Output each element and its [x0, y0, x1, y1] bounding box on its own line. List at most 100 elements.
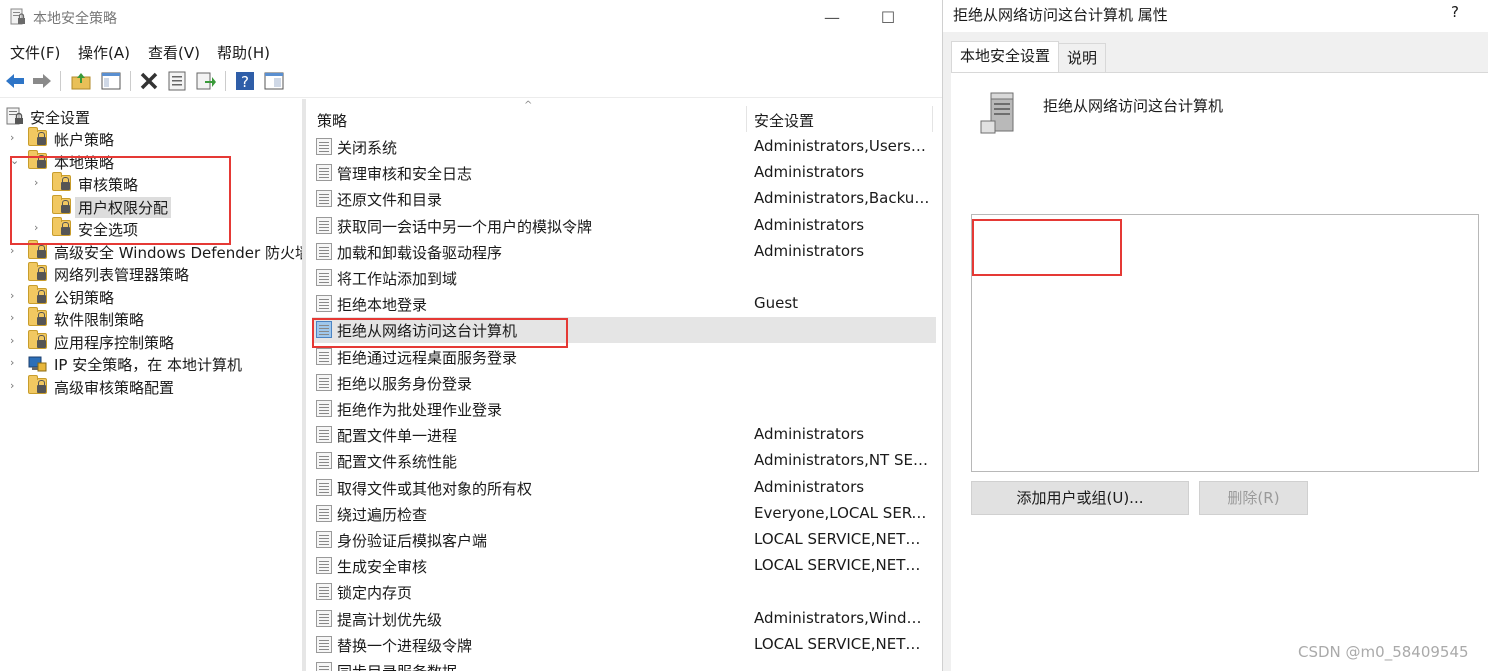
policy-row[interactable]: 提高计划优先级 Administrators,Window ...	[312, 606, 936, 632]
toolbar-separator	[60, 71, 61, 91]
tree-item-label: 软件限制策略	[54, 311, 145, 329]
policy-row[interactable]: 拒绝作为批处理作业登录	[312, 396, 936, 422]
policy-name: 拒绝通过远程桌面服务登录	[337, 348, 518, 367]
policy-icon	[316, 216, 332, 234]
policy-icon	[316, 190, 332, 208]
policy-name: 取得文件或其他对象的所有权	[337, 479, 533, 498]
help-icon[interactable]: ?	[234, 70, 256, 92]
column-header-policy[interactable]: 策略	[317, 110, 347, 131]
policy-row[interactable]: 配置文件系统性能 Administrators,NT SER...	[312, 448, 936, 474]
chevron-right-icon[interactable]: ›	[10, 244, 20, 257]
policy-security-setting: Administrators,Window ...	[754, 608, 930, 627]
policy-icon	[316, 478, 332, 496]
menu-action[interactable]: 操作(A)	[78, 42, 130, 63]
policy-row[interactable]: 替换一个进程级令牌 LOCAL SERVICE,NETW...	[312, 632, 936, 658]
properties-icon[interactable]	[166, 70, 188, 92]
policy-row[interactable]: 关闭系统 Administrators,Users,Ba...	[312, 134, 936, 160]
tab-explain[interactable]: 说明	[1058, 43, 1107, 72]
column-header-security-setting[interactable]: 安全设置	[754, 110, 814, 131]
policy-icon	[316, 138, 332, 155]
folder-lock-icon	[28, 374, 47, 394]
column-divider[interactable]	[932, 106, 933, 132]
policy-row[interactable]: 还原文件和目录 Administrators,Backup ...	[312, 186, 936, 212]
tree-item-label: 高级审核策略配置	[54, 378, 175, 397]
tab-panel-local-security-setting: 拒绝从网络访问这台计算机 添加用户或组(U)... 删除(R)	[951, 72, 1488, 671]
tree-item-label: 网络列表管理器策略	[54, 266, 190, 284]
menu-view[interactable]: 查看(V)	[148, 42, 200, 63]
tab-local-security-setting[interactable]: 本地安全设置	[951, 41, 1060, 72]
menu-file[interactable]: 文件(F)	[10, 42, 60, 63]
view-icon[interactable]	[263, 70, 285, 92]
chevron-right-icon[interactable]: ›	[10, 311, 20, 324]
chevron-right-icon[interactable]: ›	[10, 356, 20, 369]
chevron-right-icon[interactable]: ›	[10, 131, 20, 144]
policy-icon	[316, 295, 332, 313]
policy-name: 拒绝作为批处理作业登录	[337, 401, 503, 419]
policy-security-setting: Administrators	[754, 163, 865, 182]
folder-lock-icon	[28, 262, 47, 281]
maximize-button[interactable]: ☐	[876, 6, 900, 30]
add-user-or-group-button[interactable]: 添加用户或组(U)...	[971, 481, 1189, 515]
policy-row[interactable]: 锁定内存页	[312, 579, 936, 605]
policy-name: 管理审核和安全日志	[337, 165, 473, 184]
policy-row[interactable]: 获取同一会话中另一个用户的模拟令牌 Administrators	[312, 213, 936, 239]
policy-name: 拒绝以服务身份登录	[337, 374, 473, 393]
policy-icon	[316, 164, 332, 182]
export-list-icon[interactable]	[195, 70, 217, 92]
policy-security-setting: Administrators,NT SER...	[754, 451, 930, 470]
dialog-title-bar: 拒绝从网络访问这台计算机 属性 ?	[943, 0, 1488, 32]
toolbar-separator	[225, 71, 226, 91]
dialog-help-button[interactable]: ?	[1451, 3, 1459, 21]
policy-row[interactable]: 加载和卸载设备驱动程序 Administrators	[312, 239, 936, 265]
up-folder-icon[interactable]	[70, 70, 92, 92]
policy-security-setting: Administrators	[754, 215, 865, 234]
remove-button[interactable]: 删除(R)	[1199, 481, 1308, 515]
lock-icon	[37, 289, 46, 303]
minimize-button[interactable]: —	[820, 6, 844, 30]
show-hide-tree-icon[interactable]	[100, 70, 122, 92]
policy-security-setting: Administrators	[754, 241, 865, 260]
policy-icon	[316, 557, 332, 575]
policy-name: 替换一个进程级令牌	[337, 636, 473, 655]
lock-icon	[37, 379, 46, 393]
policy-row[interactable]: 将工作站添加到域	[312, 265, 936, 291]
toolbar-separator	[130, 71, 131, 91]
policy-name: 锁定内存页	[337, 584, 413, 603]
ip-security-icon	[28, 355, 47, 372]
tree-item-label: 帐户策略	[54, 131, 115, 149]
dialog-policy-name: 拒绝从网络访问这台计算机	[1043, 97, 1224, 115]
back-arrow-icon[interactable]	[4, 70, 26, 92]
policy-row[interactable]: 生成安全审核 LOCAL SERVICE,NETW...	[312, 553, 936, 579]
policy-security-setting: Administrators,Users,Ba...	[754, 137, 930, 155]
highlight-box-local-policy	[10, 156, 231, 245]
chevron-right-icon[interactable]: ›	[10, 289, 20, 302]
policy-row[interactable]: 同步目录服务数据	[312, 658, 936, 671]
delete-icon[interactable]	[138, 70, 160, 92]
security-policy-app-icon	[10, 8, 25, 25]
forward-arrow-icon[interactable]	[31, 70, 53, 92]
chevron-right-icon[interactable]: ›	[10, 334, 20, 347]
policy-row[interactable]: 取得文件或其他对象的所有权 Administrators	[312, 475, 936, 501]
sort-ascending-icon: ^	[524, 100, 533, 111]
svg-text:?: ?	[241, 73, 249, 91]
policy-row[interactable]: 身份验证后模拟客户端 LOCAL SERVICE,NETW...	[312, 527, 936, 553]
folder-lock-icon	[28, 329, 47, 349]
menu-help[interactable]: 帮助(H)	[217, 42, 270, 63]
policy-icon	[316, 662, 332, 671]
policy-security-setting: Guest	[754, 294, 799, 313]
column-divider[interactable]	[746, 106, 747, 132]
policy-row[interactable]: 管理审核和安全日志 Administrators	[312, 160, 936, 186]
policy-row[interactable]: 拒绝本地登录 Guest	[312, 291, 936, 317]
menu-bar: 文件(F) 操作(A) 查看(V) 帮助(H)	[0, 38, 942, 64]
policy-row[interactable]: 配置文件单一进程 Administrators	[312, 422, 936, 448]
folder-lock-icon	[28, 127, 47, 146]
policy-name: 同步目录服务数据	[337, 661, 457, 671]
policy-name: 提高计划优先级	[337, 610, 443, 629]
folder-lock-icon	[28, 307, 47, 326]
lock-icon	[37, 244, 46, 258]
policy-name: 生成安全审核	[337, 558, 428, 577]
chevron-right-icon[interactable]: ›	[10, 379, 20, 392]
list-header: ^ 策略 安全设置	[306, 100, 942, 136]
policy-row[interactable]: 绕过遍历检查 Everyone,LOCAL SERVI...	[312, 501, 936, 527]
policy-row[interactable]: 拒绝以服务身份登录	[312, 370, 936, 396]
